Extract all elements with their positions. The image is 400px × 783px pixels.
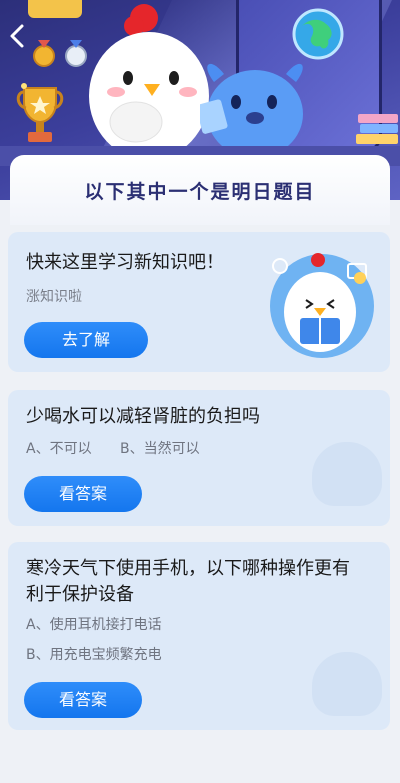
- question-2-text-line2: 利于保护设备: [26, 584, 134, 605]
- blue-mascot-icon: [200, 63, 303, 154]
- question-2-option-a[interactable]: A、使用耳机接打电话: [26, 614, 162, 634]
- question-2-option-b[interactable]: B、用充电宝频繁充电: [26, 644, 162, 664]
- question-card-2: 寒冷天气下使用手机，以下哪种操作更有 利于保护设备 A、使用耳机接打电话 B、用…: [8, 542, 390, 730]
- ghost-decoration: [312, 652, 382, 716]
- chicken-reading-icon: [270, 253, 374, 358]
- learn-more-button[interactable]: 去了解: [24, 322, 148, 358]
- question-card-1: 少喝水可以减轻肾脏的负担吗 A、不可以 B、当然可以 看答案: [8, 390, 390, 526]
- learn-card-subtitle: 涨知识啦: [26, 289, 82, 305]
- page-title: 以下其中一个是明日题目: [84, 181, 316, 203]
- top-shelf-decoration: [28, 0, 82, 18]
- trophy-icon: [16, 83, 64, 142]
- learn-card-title: 快来这里学习新知识吧！: [26, 252, 224, 273]
- question-1-text: 少喝水可以减轻肾脏的负担吗: [26, 406, 260, 427]
- medal-icon: [33, 40, 87, 67]
- view-answer-button-2[interactable]: 看答案: [24, 682, 142, 718]
- learn-card: 快来这里学习新知识吧！ 涨知识啦 去了解: [8, 232, 390, 372]
- back-chevron-icon[interactable]: [6, 22, 30, 50]
- view-answer-button-1[interactable]: 看答案: [24, 476, 142, 512]
- ghost-decoration: [312, 442, 382, 506]
- question-1-option-b[interactable]: B、当然可以: [120, 438, 200, 458]
- question-1-option-a[interactable]: A、不可以: [26, 438, 92, 458]
- title-card: 以下其中一个是明日题目: [10, 155, 390, 225]
- chicken-mascot-icon: [89, 4, 209, 154]
- book-icon: [356, 114, 398, 144]
